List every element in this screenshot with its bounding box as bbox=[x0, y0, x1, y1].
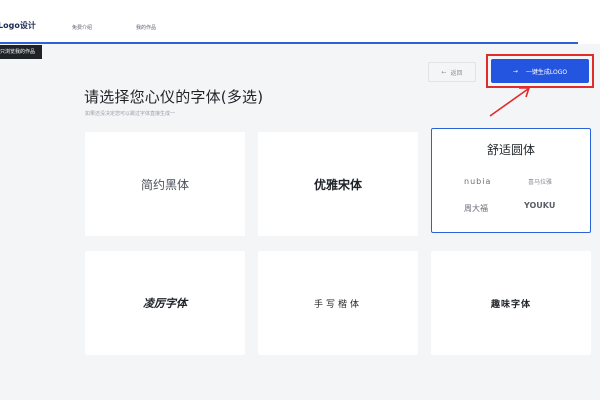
font-card-label: 简约黑体 bbox=[140, 177, 189, 192]
font-card-fun[interactable]: 趣味字体 bbox=[431, 251, 591, 355]
font-card-elegant-song[interactable]: 优雅宋体 bbox=[258, 132, 418, 236]
font-card-label: 舒适圆体 bbox=[486, 143, 535, 157]
font-card-label: 优雅宋体 bbox=[313, 177, 362, 192]
font-card-comfortable-round-selected[interactable]: 舒适圆体 nubia 喜马拉雅 周大福 YOUKU bbox=[431, 128, 591, 233]
page-subtitle: 如果还没决定您可以跳过字体直接生成一 bbox=[85, 111, 176, 117]
font-card-label: 手写楷体 bbox=[313, 299, 362, 310]
font-card-label: 凌厉字体 bbox=[143, 297, 187, 310]
logo-design-app: Logo设计 免费介绍 我的作品 只浏览我的作品 ← 返回 → 一键生成LOGO… bbox=[0, 0, 600, 400]
brand-sample-ximalaya: 喜马拉雅 bbox=[528, 179, 553, 186]
font-card-label: 趣味字体 bbox=[490, 299, 531, 310]
font-card-simple-hei[interactable]: 简约黑体 bbox=[85, 132, 245, 236]
brand-sample-zhoudafu: 周大福 bbox=[464, 204, 488, 213]
brand-sample-nubia: nubia bbox=[464, 177, 492, 186]
font-card-sharp[interactable]: 凌厉字体 bbox=[85, 251, 245, 355]
brand-sample-youku: YOUKU bbox=[524, 201, 556, 210]
page-title: 请选择您心仪的字体(多选) bbox=[84, 88, 264, 106]
font-card-handwritten-kai[interactable]: 手写楷体 bbox=[258, 251, 418, 355]
